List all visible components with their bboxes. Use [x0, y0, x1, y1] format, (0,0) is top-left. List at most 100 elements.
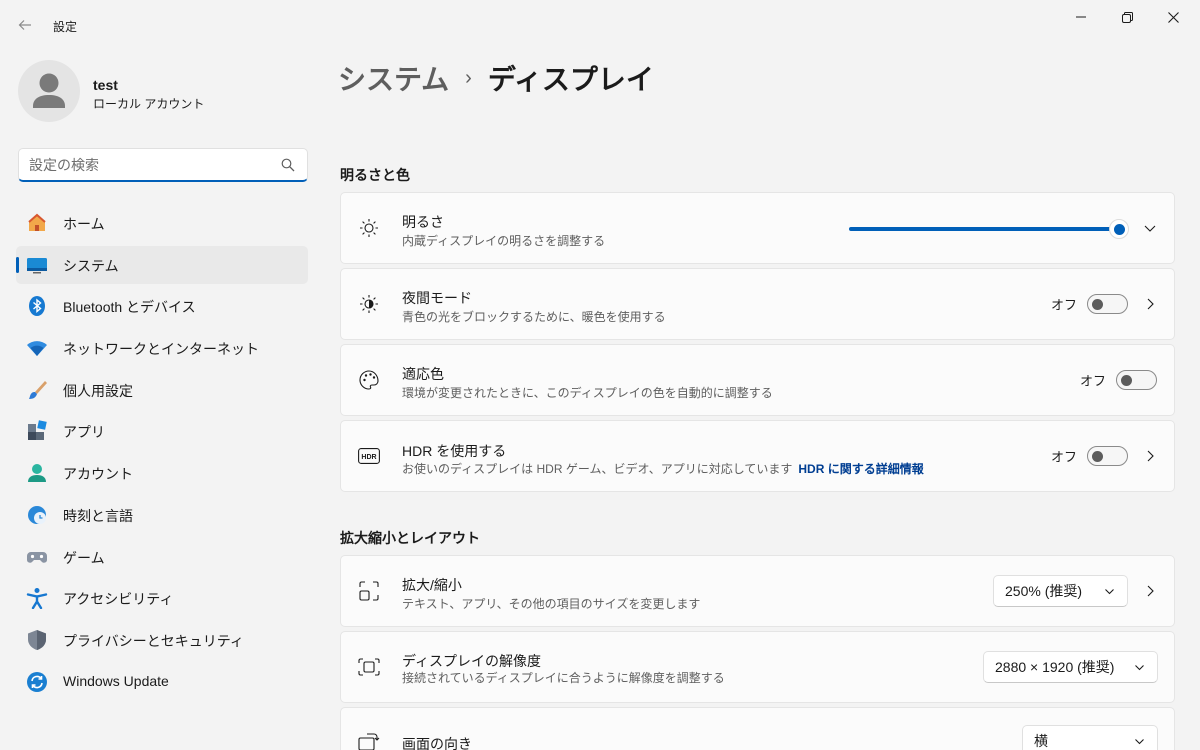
windows-update-icon: [26, 671, 48, 693]
resolution-icon: [358, 656, 380, 678]
time-language-icon: [26, 504, 48, 526]
sidebar-item-label: Bluetooth とデバイス: [63, 299, 196, 316]
chevron-right-icon[interactable]: [1142, 583, 1158, 599]
title-bar: 設定: [0, 0, 1200, 48]
adaptive-color-title: 適応色: [402, 366, 444, 382]
sidebar-item-label: 時刻と言語: [63, 507, 133, 524]
shield-icon: [26, 629, 48, 651]
brightness-card[interactable]: 明るさ 内蔵ディスプレイの明るさを調整する: [340, 192, 1175, 264]
brightness-slider-thumb[interactable]: [1109, 219, 1129, 239]
orientation-icon: [358, 730, 380, 750]
sidebar-item-gaming[interactable]: ゲーム: [16, 538, 308, 576]
sidebar-item-system[interactable]: システム: [16, 245, 308, 284]
profile-account-type: ローカル アカウント: [93, 97, 205, 111]
sidebar-item-label: 個人用設定: [63, 382, 133, 399]
hdr-card[interactable]: HDR HDR を使用する お使いのディスプレイは HDR ゲーム、ビデオ、アプ…: [340, 420, 1175, 492]
chevron-right-icon[interactable]: [1142, 448, 1158, 464]
adaptive-color-card: 適応色 環境が変更されたときに、このディスプレイの色を自動的に調整する オフ: [340, 344, 1175, 416]
search-icon[interactable]: [281, 158, 295, 172]
sidebar-nav: ホーム システム Bluetooth とデバイス ネットワークとインターネット …: [16, 204, 308, 704]
search-box[interactable]: [18, 148, 308, 182]
scale-title: 拡大/縮小: [402, 577, 462, 593]
brush-icon: [26, 379, 48, 401]
home-icon: [26, 212, 48, 234]
resolution-dropdown-value: 2880 × 1920 (推奨): [995, 659, 1115, 675]
sidebar-item-label: ネットワークとインターネット: [63, 341, 259, 358]
breadcrumb-separator: ›: [465, 66, 472, 89]
brightness-subtitle: 内蔵ディスプレイの明るさを調整する: [402, 234, 606, 248]
sidebar-item-privacy[interactable]: プライバシーとセキュリティ: [16, 621, 308, 659]
back-button[interactable]: [10, 10, 40, 40]
restore-icon: [1121, 11, 1133, 23]
orientation-dropdown[interactable]: 横: [1022, 725, 1158, 750]
restore-button[interactable]: [1104, 0, 1150, 34]
palette-icon: [358, 369, 380, 391]
night-light-toggle[interactable]: [1087, 294, 1128, 314]
sidebar-item-label: Windows Update: [63, 672, 169, 689]
resolution-dropdown[interactable]: 2880 × 1920 (推奨): [983, 651, 1158, 683]
hdr-learn-more-link[interactable]: HDR に関する詳細情報: [798, 462, 923, 476]
section-title-scale-layout: 拡大縮小とレイアウト: [340, 530, 480, 546]
night-light-card[interactable]: 夜間モード 青色の光をブロックするために、暖色を使用する オフ: [340, 268, 1175, 340]
gaming-icon: [26, 546, 48, 568]
sidebar-item-label: アプリ: [63, 424, 105, 441]
minimize-button[interactable]: [1058, 0, 1104, 34]
resolution-title: ディスプレイの解像度: [402, 653, 542, 669]
orientation-title: 画面の向き: [402, 736, 472, 750]
hdr-state: オフ: [1051, 449, 1078, 465]
adaptive-color-toggle[interactable]: [1116, 370, 1157, 390]
close-icon: [1167, 11, 1179, 23]
sidebar-item-personalization[interactable]: 個人用設定: [16, 371, 308, 409]
brightness-title: 明るさ: [402, 214, 444, 230]
night-light-icon: [358, 293, 380, 315]
sun-icon: [358, 217, 380, 239]
breadcrumb: システム › ディスプレイ: [338, 58, 654, 98]
profile-name[interactable]: test: [93, 77, 118, 93]
brightness-slider-track[interactable]: [849, 227, 1117, 231]
system-icon: [26, 254, 48, 276]
scale-dropdown[interactable]: 250% (推奨): [993, 575, 1128, 607]
scale-icon: [358, 580, 380, 602]
minimize-icon: [1076, 16, 1086, 18]
sidebar-item-label: ゲーム: [63, 549, 105, 566]
chevron-down-icon[interactable]: [1142, 220, 1158, 236]
sidebar-item-time-language[interactable]: 時刻と言語: [16, 496, 308, 534]
accessibility-icon: [26, 587, 48, 610]
scale-card[interactable]: 拡大/縮小 テキスト、アプリ、その他の項目のサイズを変更します 250% (推奨…: [340, 555, 1175, 627]
adaptive-color-state: オフ: [1080, 373, 1107, 389]
chevron-down-icon: [1105, 589, 1114, 595]
sidebar-item-accessibility[interactable]: アクセシビリティ: [16, 579, 308, 617]
chevron-down-icon: [1135, 665, 1144, 671]
sidebar-item-bluetooth[interactable]: Bluetooth とデバイス: [16, 287, 308, 325]
page-title: ディスプレイ: [487, 64, 654, 95]
close-button[interactable]: [1150, 0, 1196, 34]
hdr-icon: HDR: [358, 445, 380, 467]
resolution-subtitle: 接続されているディスプレイに合うように解像度を調整する: [402, 671, 725, 685]
scale-dropdown-value: 250% (推奨): [1005, 583, 1083, 599]
adaptive-color-subtitle: 環境が変更されたときに、このディスプレイの色を自動的に調整する: [402, 386, 773, 400]
account-icon: [26, 462, 48, 484]
chevron-right-icon[interactable]: [1142, 296, 1158, 312]
sidebar-item-label: システム: [63, 257, 119, 274]
night-light-title: 夜間モード: [402, 290, 472, 306]
app-title: 設定: [53, 20, 78, 34]
night-light-subtitle: 青色の光をブロックするために、暖色を使用する: [402, 310, 666, 324]
bluetooth-icon: [26, 295, 48, 317]
avatar[interactable]: [18, 60, 80, 122]
svg-text:HDR: HDR: [361, 454, 376, 461]
apps-icon: [26, 420, 48, 442]
sidebar-item-label: ホーム: [63, 216, 105, 232]
sidebar-item-accounts[interactable]: アカウント: [16, 454, 308, 492]
breadcrumb-parent[interactable]: システム: [338, 58, 449, 98]
person-icon: [33, 73, 65, 108]
hdr-toggle[interactable]: [1087, 446, 1128, 466]
sidebar-item-label: プライバシーとセキュリティ: [63, 632, 244, 649]
sidebar-item-label: アカウント: [63, 466, 133, 483]
hdr-subtitle: お使いのディスプレイは HDR ゲーム、ビデオ、アプリに対応しています: [402, 462, 793, 476]
scale-subtitle: テキスト、アプリ、その他の項目のサイズを変更します: [402, 597, 701, 611]
search-input[interactable]: [29, 155, 279, 175]
sidebar-item-home[interactable]: ホーム: [16, 204, 308, 242]
sidebar-item-windows-update[interactable]: Windows Update: [16, 663, 308, 701]
sidebar-item-apps[interactable]: アプリ: [16, 412, 308, 450]
sidebar-item-network[interactable]: ネットワークとインターネット: [16, 329, 308, 367]
